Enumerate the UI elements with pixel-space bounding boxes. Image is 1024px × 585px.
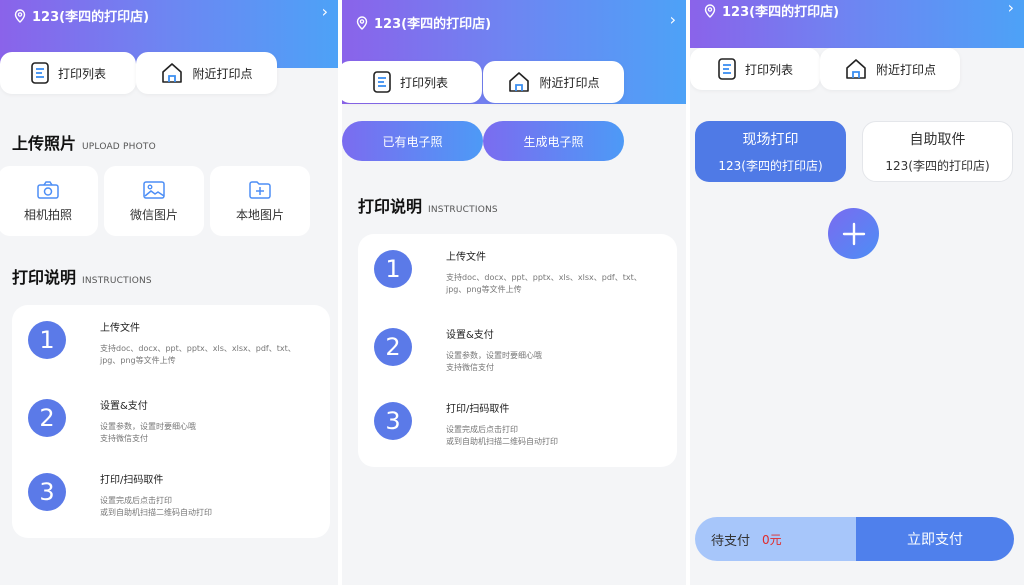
step-title: 上传文件 xyxy=(446,252,486,263)
nearby-label: 附近打印点 xyxy=(539,75,600,90)
document-list-icon xyxy=(718,58,736,80)
self-pickup-store: 123(李四的打印店) xyxy=(885,159,990,173)
instructions-subtitle: INSTRUCTIONS xyxy=(428,205,498,215)
print-list-label: 打印列表 xyxy=(399,75,448,90)
print-list-label: 打印列表 xyxy=(744,62,793,77)
location-pin-icon xyxy=(356,15,368,30)
instructions-card: 1 上传文件 支持doc、docx、ppt、pptx、xls、xlsx、pdf、… xyxy=(12,305,330,538)
store-name: 123(李四的打印店) xyxy=(722,5,840,20)
pay-now-button[interactable]: 立即支付 xyxy=(856,517,1014,561)
step-description: 设置参数，设置时要细心哦 支持微信支付 xyxy=(100,422,196,443)
step-title: 设置&支付 xyxy=(446,330,494,341)
chevron-right-icon[interactable]: › xyxy=(670,10,676,29)
camera-photo-option[interactable]: 相机拍照 xyxy=(0,166,98,236)
onsite-print-option[interactable]: 现场打印 123(李四的打印店) xyxy=(695,121,846,182)
nearby-print-point-button[interactable]: 附近打印点 xyxy=(483,61,624,103)
print-list-label: 打印列表 xyxy=(57,66,106,81)
step-number: 1 xyxy=(28,321,66,359)
chevron-right-icon[interactable]: › xyxy=(1008,0,1014,17)
upload-subtitle: UPLOAD PHOTO xyxy=(82,142,156,152)
upload-title: 上传照片 xyxy=(12,134,77,153)
folder-add-icon xyxy=(249,180,271,199)
header-banner: 123(李四的打印店) › xyxy=(690,0,1024,48)
pay-now-label: 立即支付 xyxy=(907,532,963,548)
instruction-step-3: 3 打印/扫码取件 设置完成后点击打印 或到自助机扫描二维码自动打印 xyxy=(374,402,651,448)
panel-print-mode: 123(李四的打印店) › 打印列表 附近打印点 现场打印 123(李四的打印店… xyxy=(690,0,1024,585)
existing-e-photo-button[interactable]: 已有电子照 xyxy=(342,121,483,161)
onsite-print-title: 现场打印 xyxy=(742,132,799,148)
nearby-label: 附近打印点 xyxy=(875,62,936,77)
local-option-label: 本地图片 xyxy=(235,207,284,222)
house-icon xyxy=(509,72,530,92)
instructions-subtitle: INSTRUCTIONS xyxy=(82,276,152,286)
camera-icon xyxy=(37,180,59,199)
local-image-option[interactable]: 本地图片 xyxy=(210,166,310,236)
payment-bar: 待支付 0元 立即支付 xyxy=(695,517,1014,561)
instructions-card: 1 上传文件 支持doc、docx、ppt、pptx、xls、xlsx、pdf、… xyxy=(358,234,677,467)
payment-amount: 0元 xyxy=(762,532,782,547)
step-title: 设置&支付 xyxy=(100,401,148,412)
instruction-step-3: 3 打印/扫码取件 设置完成后点击打印 或到自助机扫描二维码自动打印 xyxy=(28,473,305,519)
store-selector[interactable]: 123(李四的打印店) xyxy=(704,1,839,20)
generate-e-photo-button[interactable]: 生成电子照 xyxy=(483,121,624,161)
wechat-image-option[interactable]: 微信图片 xyxy=(104,166,204,236)
store-name: 123(李四的打印店) xyxy=(32,10,150,25)
step-description: 设置参数，设置时要细心哦 支持微信支付 xyxy=(446,351,542,372)
store-selector[interactable]: 123(李四的打印店) xyxy=(14,6,149,25)
generate-e-photo-label: 生成电子照 xyxy=(523,134,584,149)
print-list-button[interactable]: 打印列表 xyxy=(0,52,136,94)
step-description: 设置完成后点击打印 或到自助机扫描二维码自动打印 xyxy=(100,496,212,517)
self-pickup-option[interactable]: 自助取件 123(李四的打印店) xyxy=(862,121,1013,182)
camera-option-label: 相机拍照 xyxy=(23,207,72,222)
instructions-heading: 打印说明 INSTRUCTIONS xyxy=(358,193,498,217)
plus-icon xyxy=(842,222,865,245)
instruction-step-1: 1 上传文件 支持doc、docx、ppt、pptx、xls、xlsx、pdf、… xyxy=(28,321,305,367)
instructions-heading: 打印说明 INSTRUCTIONS xyxy=(12,264,152,288)
nearby-label: 附近打印点 xyxy=(192,66,253,81)
document-list-icon xyxy=(31,62,49,84)
instructions-title: 打印说明 xyxy=(12,268,77,287)
step-number: 2 xyxy=(28,399,66,437)
add-file-button[interactable] xyxy=(828,208,879,259)
step-description: 支持doc、docx、ppt、pptx、xls、xlsx、pdf、txt、jpg… xyxy=(100,344,296,365)
self-pickup-title: 自助取件 xyxy=(909,132,966,148)
upload-photo-heading: 上传照片 UPLOAD PHOTO xyxy=(12,130,156,154)
wechat-option-label: 微信图片 xyxy=(129,207,178,222)
location-pin-icon xyxy=(704,3,716,18)
house-icon xyxy=(846,59,866,79)
store-name: 123(李四的打印店) xyxy=(374,17,492,32)
nearby-print-point-button[interactable]: 附近打印点 xyxy=(820,48,960,90)
pending-payment-label: 待支付 xyxy=(711,533,751,549)
panel-electronic-photo: 123(李四的打印店) › 打印列表 附近打印点 已有电子照 生成电子照 打印说… xyxy=(342,0,686,585)
step-description: 支持doc、docx、ppt、pptx、xls、xlsx、pdf、txt、jpg… xyxy=(446,273,642,294)
step-number: 2 xyxy=(374,328,412,366)
step-title: 上传文件 xyxy=(100,323,140,334)
step-number: 1 xyxy=(374,250,412,288)
chevron-right-icon[interactable]: › xyxy=(322,2,328,21)
step-number: 3 xyxy=(28,473,66,511)
image-icon xyxy=(143,180,165,199)
house-icon xyxy=(162,63,183,83)
location-pin-icon xyxy=(14,8,26,23)
existing-e-photo-label: 已有电子照 xyxy=(382,134,443,149)
instructions-title: 打印说明 xyxy=(358,197,423,216)
pending-payment: 待支付 0元 xyxy=(695,517,856,561)
step-description: 设置完成后点击打印 或到自助机扫描二维码自动打印 xyxy=(446,425,558,446)
panel-upload-photo: 123(李四的打印店) › 打印列表 附近打印点 上传照片 UPLOAD PHO… xyxy=(0,0,338,585)
instruction-step-2: 2 设置&支付 设置参数，设置时要细心哦 支持微信支付 xyxy=(374,328,651,374)
document-list-icon xyxy=(373,71,391,93)
step-title: 打印/扫码取件 xyxy=(100,475,164,486)
print-list-button[interactable]: 打印列表 xyxy=(690,48,820,90)
nearby-print-point-button[interactable]: 附近打印点 xyxy=(136,52,277,94)
print-list-button[interactable]: 打印列表 xyxy=(342,61,482,103)
step-number: 3 xyxy=(374,402,412,440)
instruction-step-2: 2 设置&支付 设置参数，设置时要细心哦 支持微信支付 xyxy=(28,399,305,445)
onsite-print-store: 123(李四的打印店) xyxy=(718,159,823,173)
store-selector[interactable]: 123(李四的打印店) xyxy=(356,13,491,32)
step-title: 打印/扫码取件 xyxy=(446,404,510,415)
instruction-step-1: 1 上传文件 支持doc、docx、ppt、pptx、xls、xlsx、pdf、… xyxy=(374,250,651,296)
